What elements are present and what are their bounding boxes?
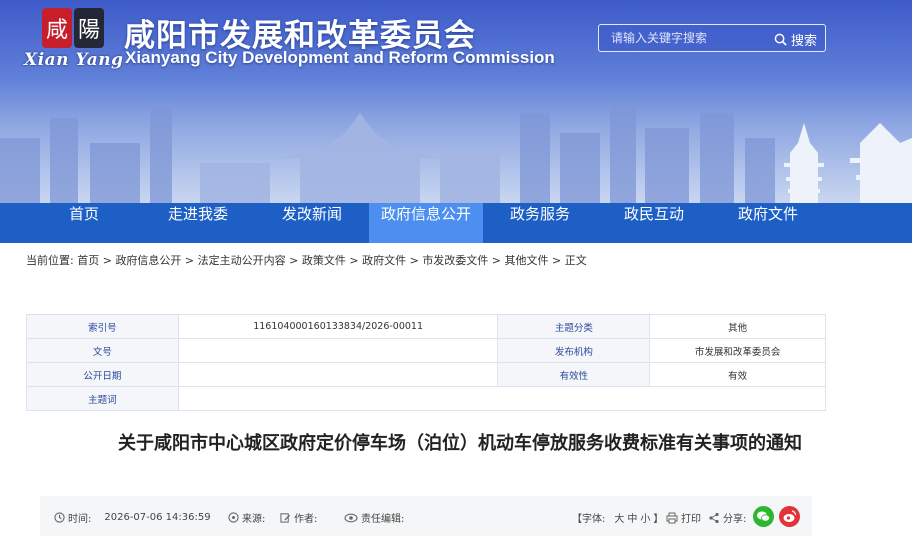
logo-script-text: Xian Yang [24,50,124,70]
meta-value-keywords [177,386,827,411]
site-header: 咸 陽 Xian Yang 咸阳市发展和改革委员会 Xianyang City … [0,0,912,203]
meta-value-index: 11610400016013383​4/2026-00011 [177,314,499,339]
site-title-en: Xianyang City Development and Reform Com… [125,48,555,67]
breadcrumb-separator: > [99,254,116,267]
search-icon [774,33,787,46]
breadcrumb-link[interactable]: 其他文件 [505,254,549,267]
share-icon [709,512,719,523]
meta-value-doc-no [177,338,499,363]
share-info: 分享: [708,510,746,525]
search-button[interactable]: 搜索 [774,30,817,49]
time-value: 2026-07-06 14:36:59 [104,512,211,523]
site-logo[interactable]: 咸 陽 [40,6,106,52]
nav-item-news[interactable]: 发改新闻 [255,203,369,243]
meta-label-topic: 主题分类 [497,314,651,339]
meta-value-validity: 有效 [649,362,826,387]
editor-label: 责任编辑: [361,514,405,525]
xianyang-seal-logo: 咸 陽 [42,8,104,48]
meta-label-doc-no: 文号 [26,338,179,363]
meta-label-keywords: 主题词 [26,386,179,411]
breadcrumb-separator: > [345,254,363,267]
print-label: 打印 [681,514,701,525]
breadcrumb-prefix: 当前位置: [26,254,74,267]
meta-label-date: 公开日期 [26,362,179,387]
font-size-small-button[interactable]: 小 [640,510,650,525]
city-skyline-banner [0,103,912,203]
main-nav: 首页 走进我委 发改新闻 政府信息公开 政务服务 政民互动 政府文件 [0,203,912,243]
search-input[interactable] [599,25,759,51]
source-info: 来源: [228,510,265,525]
font-size-close-bracket: 】 [653,514,664,525]
meta-value-topic: 其他 [649,314,826,339]
article-info-bar: 时间: 2026-07-06 14:36:59 来源: 作者: 责任编辑: 【字… [40,496,812,536]
meta-value-publisher: 市发展和改革委员会 [649,338,826,363]
font-size-controls: 【字体: 大 中 小 】 [572,510,663,525]
time-info: 时间: 2026-07-06 14:36:59 [54,510,211,525]
nav-item-home[interactable]: 首页 [27,203,141,243]
search-box: 搜索 [598,24,826,52]
source-icon [228,512,239,523]
search-button-label: 搜索 [790,33,817,49]
share-label: 分享: [723,514,747,525]
document-meta-table: 索引号 11610400016013383​4/2026-00011 主题分类 … [26,314,827,411]
nav-item-services[interactable]: 政务服务 [483,203,597,243]
author-label: 作者: [294,514,318,525]
meta-label-index: 索引号 [26,314,179,339]
source-label: 来源: [242,514,266,525]
breadcrumb-separator: > [548,254,565,267]
font-size-large-button[interactable]: 大 [614,510,624,525]
svg-text:咸: 咸 [46,18,68,43]
breadcrumb: 当前位置: 首页 > 政府信息公开 > 法定主动公开内容 > 政策文件 > 政府… [26,252,587,268]
time-label: 时间: [68,514,92,525]
font-size-label: 【字体: [572,514,606,525]
nav-item-gov-info[interactable]: 政府信息公开 [369,203,483,243]
meta-label-validity: 有效性 [497,362,651,387]
breadcrumb-link[interactable]: 首页 [77,254,99,267]
font-size-medium-button[interactable]: 中 [627,510,637,525]
author-edit-icon [280,513,291,523]
breadcrumb-separator: > [406,254,423,267]
breadcrumb-link[interactable]: 政府信息公开 [115,254,181,267]
breadcrumb-link[interactable]: 政策文件 [302,254,346,267]
weibo-share-button[interactable] [779,506,800,527]
nav-item-interaction[interactable]: 政民互动 [597,203,711,243]
svg-text:陽: 陽 [78,18,100,43]
meta-label-publisher: 发布机构 [497,338,651,363]
breadcrumb-separator: > [285,254,302,267]
weibo-icon [783,510,797,522]
wechat-share-button[interactable] [753,506,774,527]
print-button[interactable]: 打印 [666,510,701,525]
nav-item-gov-docs[interactable]: 政府文件 [711,203,825,243]
breadcrumb-link[interactable]: 政府文件 [362,254,406,267]
breadcrumb-link[interactable]: 市发改委文件 [422,254,488,267]
clock-icon [54,512,65,523]
author-info: 作者: [280,510,317,525]
breadcrumb-separator: > [181,254,198,267]
nav-item-about[interactable]: 走进我委 [141,203,255,243]
breadcrumb-current: 正文 [564,254,587,267]
meta-value-date [177,362,499,387]
breadcrumb-separator: > [488,254,505,267]
article-title: 关于咸阳市中心城区政府定价停车场（泊位）机动车停放服务收费标准有关事项的通知 [118,433,802,454]
printer-icon [666,512,678,523]
editor-info: 责任编辑: [344,510,404,525]
breadcrumb-link[interactable]: 法定主动公开内容 [198,254,286,267]
wechat-icon [757,511,770,522]
eye-icon [344,513,358,522]
